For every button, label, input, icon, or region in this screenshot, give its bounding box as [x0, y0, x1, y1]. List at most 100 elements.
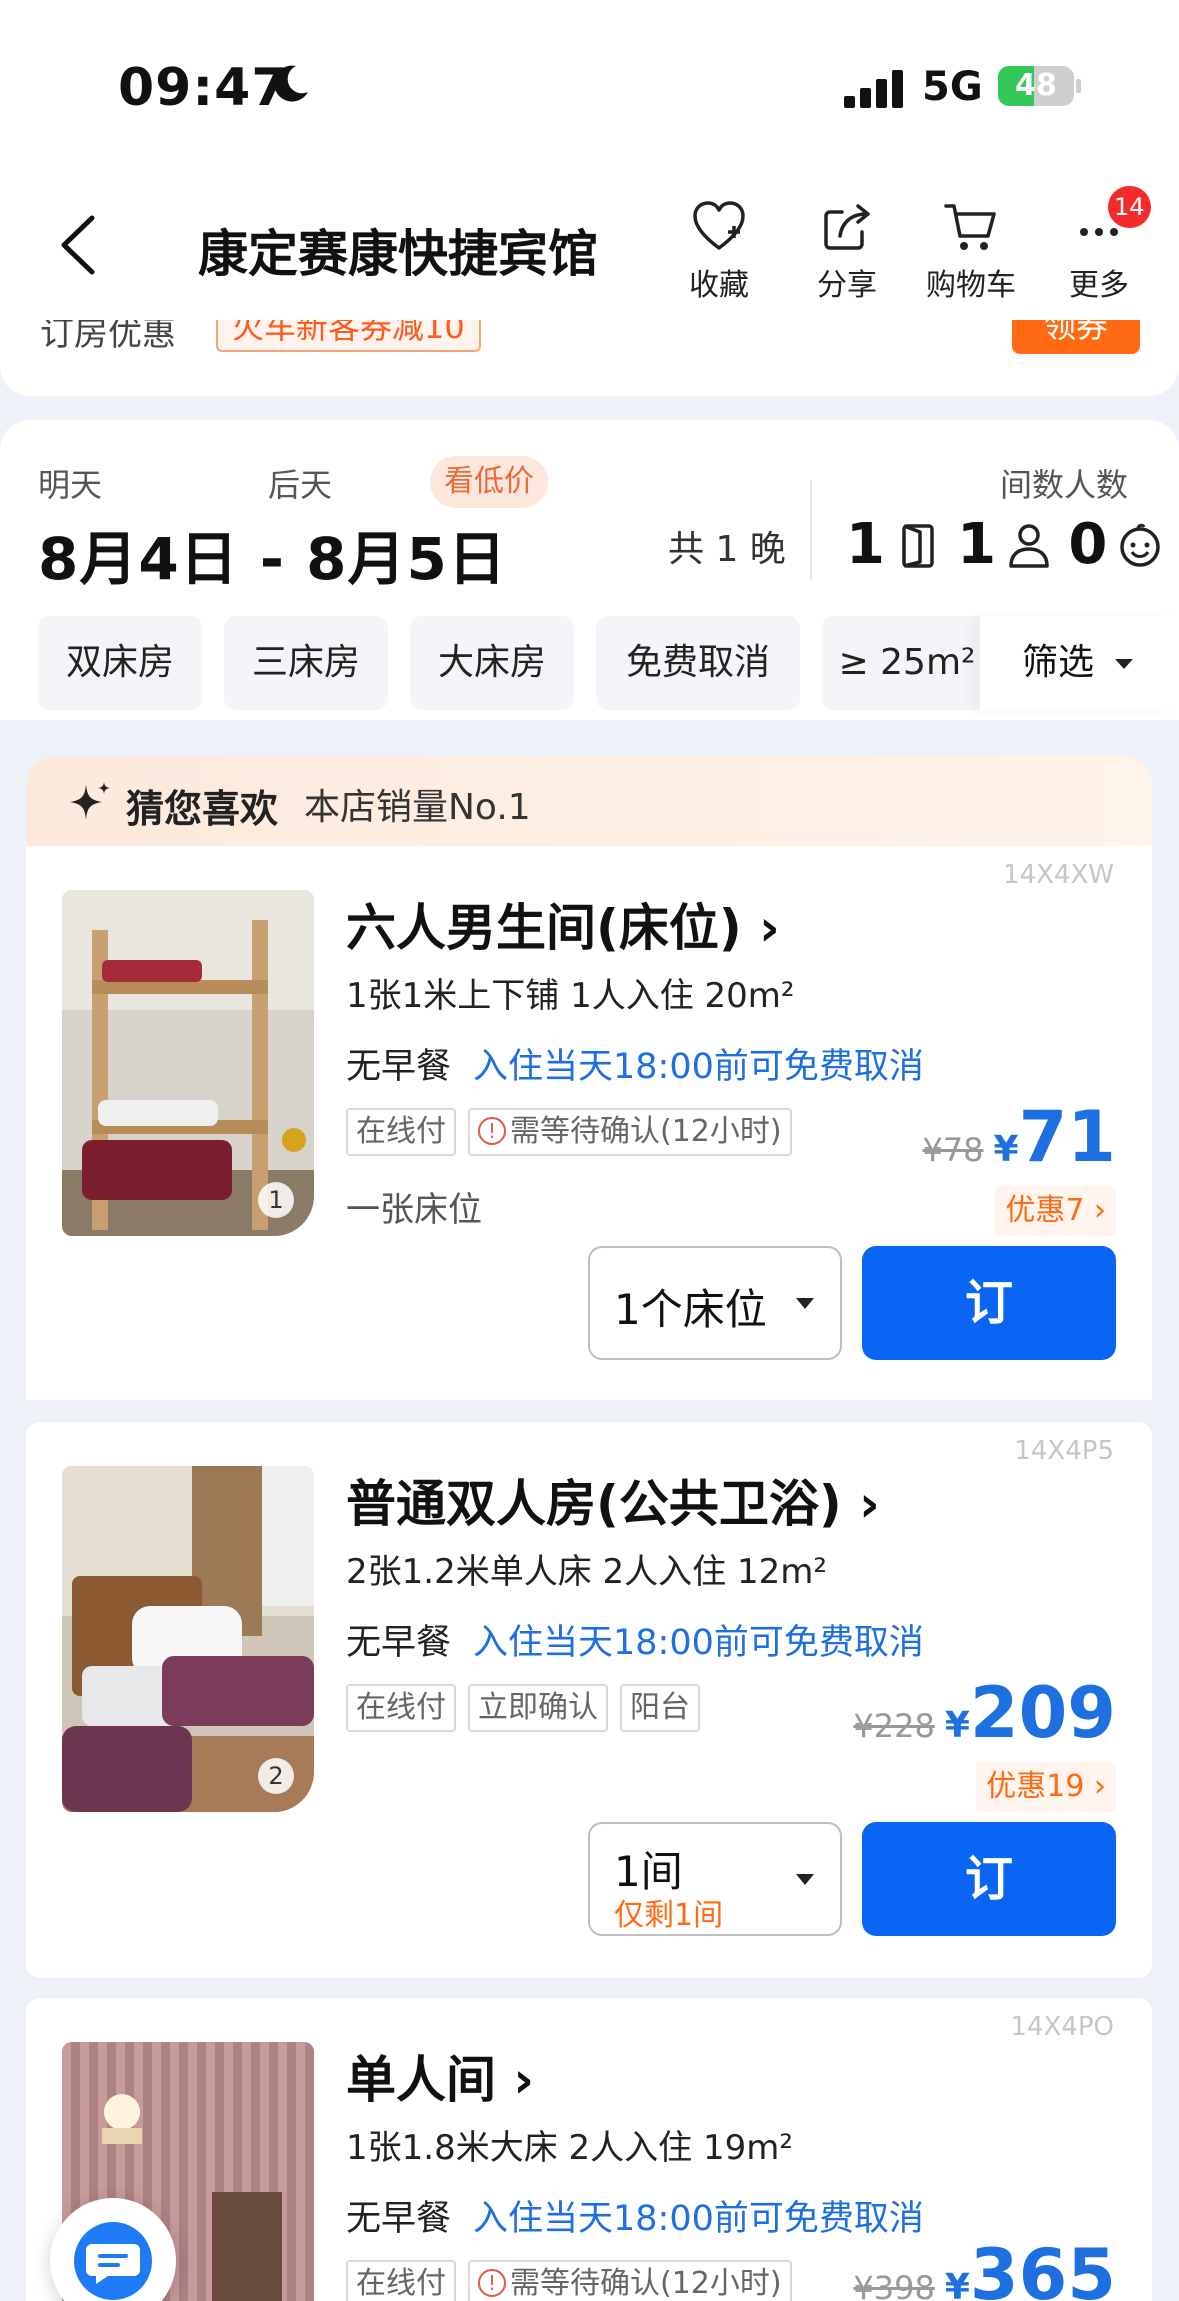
room-tags: 在线付 立即确认 阳台	[346, 1684, 712, 1732]
filter-button[interactable]: 筛选	[980, 616, 1179, 710]
sparkle-icon	[70, 782, 110, 820]
filter-chip-area[interactable]: ≥ 25m²	[822, 616, 992, 710]
room-photo[interactable]: 2	[62, 1466, 314, 1812]
back-icon[interactable]	[50, 210, 110, 280]
room-tag: 阳台	[620, 1684, 700, 1732]
chat-bubble-icon	[86, 2244, 140, 2284]
room-spec: 1张1.8米大床 2人入住 19m²	[346, 2128, 793, 2168]
checkout-day-label: 后天	[268, 466, 333, 504]
more-label: 更多	[1069, 268, 1129, 303]
original-price: ¥78	[922, 1131, 984, 1169]
cellular-signal-icon	[844, 70, 903, 108]
stock-warning: 仅剩1间	[614, 1898, 724, 1933]
room-tag: 在线付	[346, 1108, 456, 1156]
price-block: ¥398 ¥365	[853, 2234, 1116, 2301]
filter-chip-triple[interactable]: 三床房	[224, 616, 388, 710]
battery-icon: 48	[998, 66, 1082, 106]
share-button[interactable]: 分享	[792, 198, 902, 304]
low-price-tag[interactable]: 看低价	[430, 456, 548, 508]
filter-chip-free-cancel[interactable]: 免费取消	[596, 616, 800, 710]
current-price: ¥71	[994, 1096, 1116, 1178]
room-code: 14X4XW	[1003, 860, 1114, 890]
current-price: ¥209	[945, 1672, 1116, 1754]
room-card[interactable]: 14X4P5 2 普通双人房(公共卫浴) › 2张1.2米单人床 2人入住 12…	[26, 1422, 1152, 1978]
room-code: 14X4P5	[1014, 1436, 1114, 1466]
coupon-tag[interactable]: 火车新客券减10	[216, 320, 481, 352]
alert-icon: !	[478, 2268, 506, 2297]
quantity-select[interactable]: 1间 仅剩1间	[588, 1822, 842, 1936]
room-tags: 在线付! 需等待确认(12小时)	[346, 2260, 804, 2301]
claim-coupon-button[interactable]: 领券	[1012, 320, 1140, 354]
price-value: 71	[1018, 1096, 1116, 1178]
child-count: 0	[1068, 512, 1108, 577]
heart-plus-icon	[693, 201, 745, 250]
currency: ¥	[944, 1705, 970, 1746]
room-name[interactable]: 六人男生间(床位) ›	[346, 888, 780, 960]
price-block: ¥78 ¥71	[922, 1096, 1116, 1178]
currency: ¥	[944, 2267, 970, 2301]
nights-count: 共 1 晚	[668, 529, 786, 570]
cart-icon	[944, 204, 996, 250]
quantity-value: 1个床位	[614, 1285, 767, 1334]
favorite-button[interactable]: 收藏	[664, 198, 774, 304]
filter-label: 筛选	[1022, 642, 1095, 683]
child-face-icon	[1120, 523, 1161, 567]
more-badge: 14	[1108, 186, 1151, 228]
room-name[interactable]: 普通双人房(公共卫浴) ›	[346, 1464, 880, 1536]
alert-icon: !	[478, 1116, 506, 1145]
rooms-guests-selector[interactable]: 1 1 0	[846, 512, 1174, 582]
filter-chip-king[interactable]: 大床房	[410, 616, 574, 710]
room-name[interactable]: 单人间 ›	[346, 2040, 534, 2112]
quantity-select[interactable]: 1个床位	[588, 1246, 842, 1360]
currency: ¥	[993, 1129, 1019, 1170]
page-title: 康定赛康快捷宾馆	[198, 225, 598, 283]
room-policy: 无早餐 入住当天18:00前可免费取消	[346, 1038, 924, 1089]
room-policy: 无早餐 入住当天18:00前可免费取消	[346, 2190, 924, 2241]
photo-index: 2	[258, 1758, 294, 1794]
room-photo[interactable]: 1	[62, 890, 314, 1236]
price-value: 209	[969, 1672, 1116, 1754]
network-type: 5G	[922, 64, 983, 110]
cancel-policy: 入住当天18:00前可免费取消	[473, 2199, 924, 2239]
nav-bar: 康定赛康快捷宾馆 收藏 分享 购物车 更多	[0, 170, 1179, 320]
room-card[interactable]: 14X4PO 单人间 › 1张1.8米大床 2人入住 19m² 无早餐 入住当天1…	[26, 1998, 1152, 2301]
recommend-subtitle: 本店销量No.1	[304, 787, 531, 828]
book-button[interactable]: 订	[862, 1822, 1116, 1936]
promo-label: 订房优惠	[40, 320, 176, 354]
room-count: 1	[846, 512, 885, 577]
filter-caret-icon	[1115, 659, 1134, 669]
room-tag: 立即确认	[468, 1684, 608, 1732]
room-spec: 1张1米上下铺 1人入住 20m²	[346, 976, 795, 1016]
chevron-down-icon	[796, 1874, 814, 1885]
discount-tag[interactable]: 优惠7 ›	[995, 1186, 1116, 1236]
room-tags: 在线付! 需等待确认(12小时)	[346, 1108, 804, 1156]
share-label: 分享	[817, 268, 877, 303]
room-card[interactable]: 14X4XW 1 六人男生间(床位) › 1张1米上下铺 1人入住 20m² 无…	[26, 846, 1152, 1400]
door-icon	[902, 523, 934, 568]
divider	[810, 480, 812, 580]
meal-info: 无早餐	[346, 1623, 452, 1663]
room-spec: 2张1.2米单人床 2人入住 12m²	[346, 1552, 827, 1592]
cart-button[interactable]: 购物车	[916, 198, 1026, 304]
status-bar: 09:47 5G 48	[0, 0, 1179, 170]
meal-info: 无早餐	[346, 1047, 452, 1087]
moon-icon	[274, 65, 308, 102]
rooms-guests-label: 间数人数	[1000, 466, 1129, 504]
original-price: ¥398	[853, 2269, 935, 2301]
current-price: ¥365	[945, 2234, 1116, 2301]
filter-chip-twin[interactable]: 双床房	[38, 616, 202, 710]
cancel-policy: 入住当天18:00前可免费取消	[473, 1047, 924, 1087]
filter-row: 双床房 三床房 大床房 免费取消 ≥ 25m² 筛选	[0, 616, 1179, 716]
battery-percent: 48	[1015, 68, 1057, 103]
adult-count: 1	[957, 512, 997, 577]
room-code: 14X4PO	[1010, 2012, 1114, 2042]
price-value: 365	[969, 2234, 1116, 2301]
room-tag-label: 需等待确认(12小时)	[510, 1114, 782, 1149]
chevron-down-icon	[796, 1298, 814, 1309]
price-block: ¥228 ¥209	[853, 1672, 1116, 1754]
discount-tag[interactable]: 优惠19 ›	[976, 1762, 1116, 1812]
date-range[interactable]: 8月4日 - 8月5日	[38, 512, 507, 596]
promo-strip: 订房优惠 火车新客券减10 领券	[0, 320, 1179, 396]
book-button[interactable]: 订	[862, 1246, 1116, 1360]
room-tag-confirm: ! 需等待确认(12小时)	[468, 1108, 792, 1156]
